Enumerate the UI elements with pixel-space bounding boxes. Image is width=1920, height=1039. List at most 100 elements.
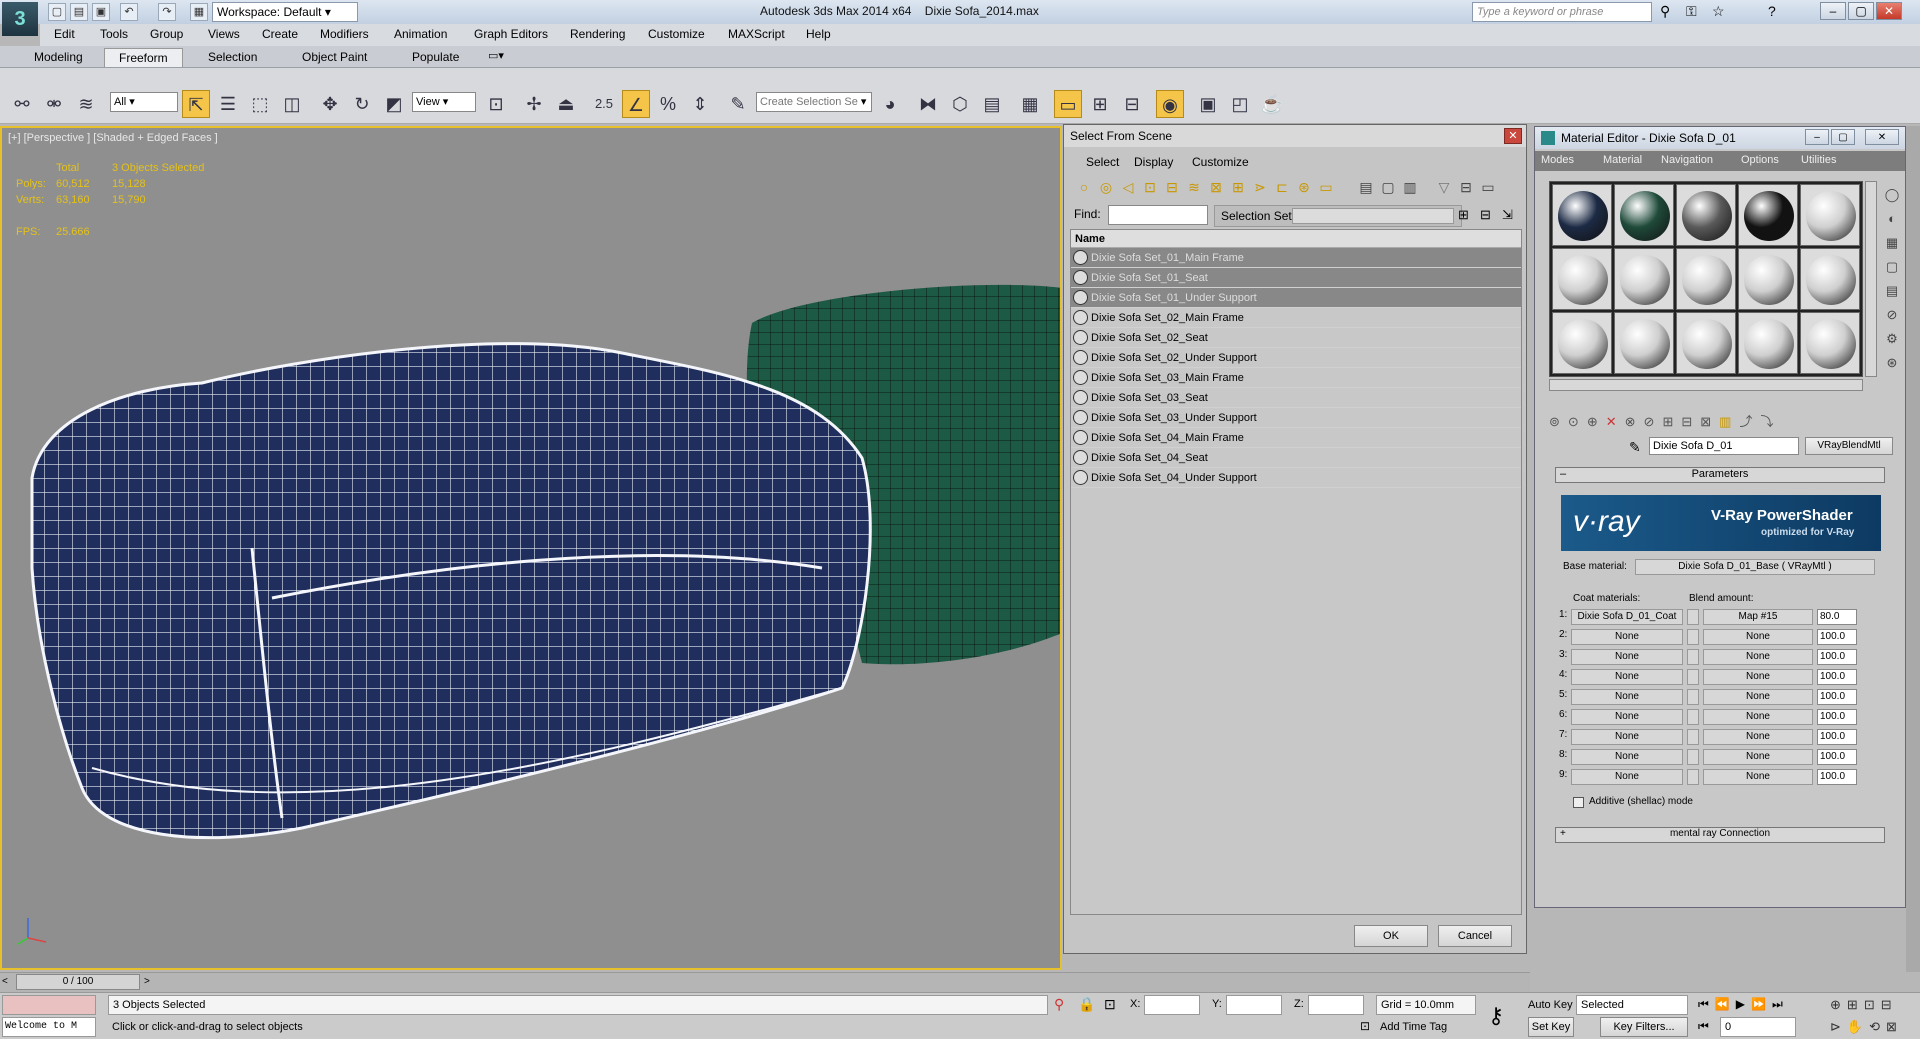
binoculars-icon[interactable]: ⚲ [1660,3,1670,20]
menu-utilities[interactable]: Utilities [1801,154,1836,166]
open-file-icon[interactable]: ▤ [70,3,88,21]
make-unique-icon[interactable]: ⊘ [1644,414,1663,429]
app-logo-icon[interactable]: 3 [2,2,38,36]
undo-icon[interactable]: ↶ [120,3,138,21]
select-by-name-icon[interactable]: ☰ [214,90,242,118]
show-map-icon[interactable]: ⊠ [1700,414,1719,429]
time-slider[interactable]: < 0 / 100 > [0,972,1530,992]
coat-material-button[interactable]: Dixie Sofa D_01_Coat [1571,609,1683,625]
blend-map-button[interactable]: None [1703,749,1813,765]
coat-material-button[interactable]: None [1571,709,1683,725]
put-to-scene-icon[interactable]: ⊙ [1568,414,1587,429]
menu-modifiers[interactable]: Modifiers [320,27,369,41]
save-icon[interactable]: ▣ [92,3,110,21]
help-icon[interactable]: ? [1768,3,1776,19]
sample-type-icon[interactable]: ◯ [1883,183,1901,207]
menu-group[interactable]: Group [150,27,183,41]
blend-amount-spinner[interactable]: 80.0 [1817,609,1857,625]
list-item[interactable]: Dixie Sofa Set_03_Under Support [1071,408,1521,428]
schematic-view-icon[interactable]: ⊞ [1086,90,1114,118]
move-icon[interactable]: ✥ [316,90,344,118]
selection-set-dropdown[interactable] [1292,208,1454,224]
base-material-button[interactable]: Dixie Sofa D_01_Base ( VRayMtl ) [1635,559,1875,575]
material-sphere-icon[interactable]: ◕ [876,90,904,118]
render-production-icon[interactable]: ◰ [1226,90,1254,118]
mental-ray-rollout-header[interactable]: + mental ray Connection [1555,827,1885,843]
coat-toggle[interactable] [1687,749,1699,765]
material-slot[interactable] [1614,248,1674,310]
make-preview-icon[interactable]: ⊘ [1883,303,1901,327]
absolute-mode-icon[interactable]: ⊡ [1104,996,1116,1013]
menu-rendering[interactable]: Rendering [570,27,625,41]
render-teapot-icon[interactable]: ☕ [1258,90,1286,118]
go-forward-sibling-icon[interactable]: ⤵ [1760,414,1781,429]
background-icon[interactable]: ▦ [1883,231,1901,255]
workspace-dropdown[interactable]: Workspace: Default ▾ [212,2,358,22]
get-material-icon[interactable]: ⊚ [1549,414,1568,429]
y-coord-field[interactable] [1226,995,1282,1015]
list-item[interactable]: Dixie Sofa Set_01_Under Support [1071,288,1521,308]
curve-editor-icon[interactable]: ▭ [1054,90,1082,118]
blend-amount-spinner[interactable]: 100.0 [1817,649,1857,665]
menu-views[interactable]: Views [208,27,240,41]
key-filters-button[interactable]: Key Filters... [1600,1017,1688,1037]
percent-snap-icon[interactable]: % [654,90,682,118]
rectangular-region-icon[interactable]: ⬚ [246,90,274,118]
eyedropper-icon[interactable]: ✎ [1629,439,1641,456]
ok-button[interactable]: OK [1354,925,1428,947]
link-icon[interactable]: ⚯ [8,90,36,118]
maximize-viewport-icon[interactable]: ⊠ [1886,1019,1903,1034]
auto-key-button[interactable]: Auto Key [1528,999,1573,1011]
select-object-icon[interactable]: ⇱ [182,90,210,118]
list-item[interactable]: Dixie Sofa Set_03_Main Frame [1071,368,1521,388]
material-type-button[interactable]: VRayBlendMtl [1805,437,1893,455]
zoom-extents-all-icon[interactable]: ⊟ [1881,997,1898,1012]
material-name-field[interactable]: Dixie Sofa D_01 [1649,437,1799,455]
x-coord-field[interactable] [1144,995,1200,1015]
list-item[interactable]: Dixie Sofa Set_02_Seat [1071,328,1521,348]
tab-selection[interactable]: Selection [194,48,271,67]
coat-material-button[interactable]: None [1571,729,1683,745]
maximize-button[interactable]: ▢ [1848,2,1874,20]
material-slot[interactable] [1552,312,1612,374]
coat-toggle[interactable] [1687,709,1699,725]
menu-customize[interactable]: Customize [648,27,705,41]
spacewarps-filter-icon[interactable]: ≋ [1184,177,1204,197]
select-by-material-icon[interactable]: ⊛ [1883,351,1901,375]
new-file-icon[interactable]: ▢ [48,3,66,21]
blend-map-button[interactable]: None [1703,669,1813,685]
select-dialog-close-button[interactable]: ✕ [1504,128,1522,144]
material-slot[interactable] [1738,248,1798,310]
coat-toggle[interactable] [1687,629,1699,645]
blend-amount-spinner[interactable]: 100.0 [1817,689,1857,705]
display-invert-icon[interactable]: ▥ [1400,177,1420,197]
minimize-button[interactable]: – [1820,2,1846,20]
align-icon[interactable]: ⬡ [946,90,974,118]
tab-customize[interactable]: Customize [1192,155,1249,169]
slots-horizontal-scrollbar[interactable] [1549,379,1863,391]
unlink-icon[interactable]: ⚮ [40,90,68,118]
blend-map-button[interactable]: None [1703,649,1813,665]
redo-icon[interactable]: ↷ [158,3,176,21]
material-slot[interactable] [1676,248,1736,310]
material-slot[interactable] [1800,184,1860,246]
make-copy-icon[interactable]: ⊗ [1625,414,1644,429]
key-mode-toggle-icon[interactable]: ⏮ [1698,1019,1709,1034]
coat-material-button[interactable]: None [1571,769,1683,785]
add-time-tag-button[interactable]: Add Time Tag [1380,1021,1447,1033]
menu-animation[interactable]: Animation [394,27,447,41]
scene-object-list[interactable]: Name Dixie Sofa Set_01_Main Frame Dixie … [1070,229,1522,915]
material-slot[interactable] [1800,248,1860,310]
list-item[interactable]: Dixie Sofa Set_01_Seat [1071,268,1521,288]
uv-tiling-icon[interactable]: ▢ [1883,255,1901,279]
z-coord-field[interactable] [1308,995,1364,1015]
selection-set-select-icon[interactable]: ⇲ [1502,207,1513,223]
blend-amount-spinner[interactable]: 100.0 [1817,749,1857,765]
blend-map-button[interactable]: None [1703,709,1813,725]
helpers-filter-icon[interactable]: ⊟ [1162,177,1182,197]
time-slider-next-icon[interactable]: > [144,976,150,987]
name-column-header[interactable]: Name [1071,230,1521,248]
blend-amount-spinner[interactable]: 100.0 [1817,629,1857,645]
selection-filter-dropdown[interactable]: All ▾ [110,92,178,112]
frozen-filter-icon[interactable]: ⊛ [1294,177,1314,197]
